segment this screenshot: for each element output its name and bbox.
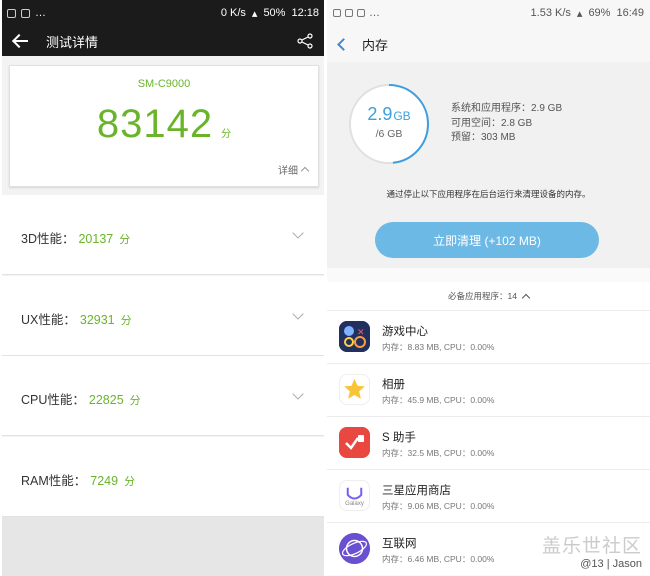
chevron-up-icon <box>300 166 310 176</box>
app-name: 互联网 <box>382 538 417 550</box>
back-arrow-icon[interactable] <box>12 33 30 49</box>
app-usage: 内存：6.46 MB, CPU：0.00% <box>382 554 495 564</box>
clock: 12:18 <box>291 7 319 19</box>
memory-stats: 系统和应用程序：2.9 GB 可用空间：2.8 GB 预留：303 MB <box>451 102 562 146</box>
device-model: SM-C9000 <box>137 78 191 90</box>
perf-unit: 分 <box>119 234 131 246</box>
battery-level: 50% <box>263 7 286 19</box>
perf-unit: 分 <box>129 395 141 407</box>
total-score-card: SM-C9000 83142 分 详细 <box>9 65 319 187</box>
score-unit: 分 <box>221 129 232 140</box>
list-item[interactable]: Galaxy 三星应用商店 内存：9.06 MB, CPU：0.00% <box>327 469 650 522</box>
notification-icon <box>333 9 341 17</box>
app-notification-icon <box>21 8 30 18</box>
status-bar: … 0 K/s ▴ 50% 12:18 <box>2 0 324 26</box>
list-item[interactable]: 相册 内存：45.9 MB, CPU：0.00% <box>327 363 650 416</box>
galaxy-icon-label: Galaxy <box>345 500 364 507</box>
clean-note: 通过停止以下应用程序在后台运行来清理设备的内存。 <box>386 189 591 199</box>
used-memory: 2.9 <box>367 104 393 124</box>
perf-label: 3D性能： 20137 分 <box>21 232 131 246</box>
more-notifications-icon: … <box>369 7 380 19</box>
list-item[interactable]: 互联网 内存：6.46 MB, CPU：0.00% <box>327 522 650 575</box>
chevron-down-icon <box>292 227 304 239</box>
perf-row-ux[interactable]: UX性能： 32931 分 <box>2 276 324 356</box>
detail-toggle[interactable]: 详细 <box>278 162 310 177</box>
network-speed: 0 K/s <box>220 7 246 19</box>
perf-label: RAM性能： 7249 分 <box>21 474 136 488</box>
internet-icon <box>339 533 370 564</box>
battery-level: 69% <box>588 7 611 19</box>
benchmark-screen: … 0 K/s ▴ 50% 12:18 测试详情 SM-C9000 83142 分 <box>2 0 324 576</box>
app-usage: 内存：9.06 MB, CPU：0.00% <box>382 501 495 511</box>
section-title: 必备应用程序：14 <box>448 291 517 301</box>
stat-free-space: 可用空间：2.8 GB <box>451 117 533 129</box>
more-notifications-icon: … <box>35 7 46 19</box>
back-chevron-icon[interactable] <box>337 37 350 51</box>
list-item[interactable]: S 助手 内存：32.5 MB, CPU：0.00% <box>327 416 650 469</box>
chevron-down-icon <box>292 388 304 400</box>
perf-value: 7249 <box>90 474 119 488</box>
stat-reserved: 预留：303 MB <box>451 132 516 143</box>
toolbar: 测试详情 <box>2 26 324 56</box>
stat-system-apps: 系统和应用程序：2.9 GB <box>451 103 563 114</box>
essential-apps-header[interactable]: 必备应用程序：14 <box>327 282 650 310</box>
memory-usage-text: 2.9GB /6 GB <box>347 82 431 166</box>
chevron-up-icon <box>521 293 531 302</box>
app-name: 相册 <box>382 379 405 391</box>
used-memory-unit: GB <box>393 109 411 123</box>
perf-value: 32931 <box>79 313 115 327</box>
message-notification-icon <box>357 9 365 17</box>
signal-icon: ▴ <box>576 7 583 20</box>
svg-text:✕: ✕ <box>357 328 365 338</box>
gallery-icon <box>339 374 370 405</box>
total-memory: /6 GB <box>375 128 403 140</box>
app-usage: 内存：32.5 MB, CPU：0.00% <box>382 448 495 458</box>
galaxy-apps-icon: Galaxy <box>339 480 370 511</box>
status-bar: … 1.53 K/s ▴ 69% 16:49 <box>327 0 650 26</box>
chevron-down-icon <box>292 308 304 320</box>
perf-value: 22825 <box>88 393 124 407</box>
list-item[interactable]: ✕ 游戏中心 内存：8.83 MB, CPU：0.00% <box>327 310 650 363</box>
app-name: 三星应用商店 <box>382 485 451 497</box>
page-title: 内存 <box>362 37 389 53</box>
perf-value: 20137 <box>78 232 114 246</box>
perf-row-ram[interactable]: RAM性能： 7249 分 <box>2 437 324 517</box>
game-center-icon: ✕ <box>339 321 370 352</box>
perf-label: CPU性能： 22825 分 <box>21 393 141 407</box>
page-title: 测试详情 <box>46 34 99 50</box>
app-name: 游戏中心 <box>382 326 428 338</box>
signal-icon: ▴ <box>251 7 258 20</box>
perf-unit: 分 <box>120 315 132 327</box>
app-usage: 内存：8.83 MB, CPU：0.00% <box>382 342 495 352</box>
network-speed: 1.53 K/s <box>530 7 571 19</box>
total-score: 83142 <box>96 102 214 146</box>
empty-area <box>2 517 324 576</box>
notification-icon <box>7 8 16 18</box>
toolbar: 内存 <box>327 26 650 62</box>
clock: 16:49 <box>616 7 644 19</box>
perf-label: UX性能： 32931 分 <box>21 313 132 327</box>
app-list: ✕ 游戏中心 内存：8.83 MB, CPU：0.00% 相册 内存：45.9 … <box>327 310 650 575</box>
app-name: S 助手 <box>382 432 416 444</box>
perf-row-3d[interactable]: 3D性能： 20137 分 <box>2 195 324 275</box>
memory-screen: … 1.53 K/s ▴ 69% 16:49 内存 2.9GB /6 GB 系统… <box>327 0 650 576</box>
perf-row-cpu[interactable]: CPU性能： 22825 分 <box>2 356 324 436</box>
screenshot-canvas: … 0 K/s ▴ 50% 12:18 测试详情 SM-C9000 83142 分 <box>0 0 650 576</box>
share-icon[interactable] <box>296 33 314 49</box>
detail-label: 详细 <box>278 166 298 177</box>
clean-now-button[interactable]: 立即清理 (+102 MB) <box>375 222 599 258</box>
score-row: 83142 分 <box>10 102 318 147</box>
memory-panel: 2.9GB /6 GB 系统和应用程序：2.9 GB 可用空间：2.8 GB 预… <box>327 62 650 268</box>
s-assistant-icon <box>339 427 370 458</box>
app-usage: 内存：45.9 MB, CPU：0.00% <box>382 395 495 405</box>
perf-unit: 分 <box>124 476 136 488</box>
gallery-notification-icon <box>345 9 353 17</box>
